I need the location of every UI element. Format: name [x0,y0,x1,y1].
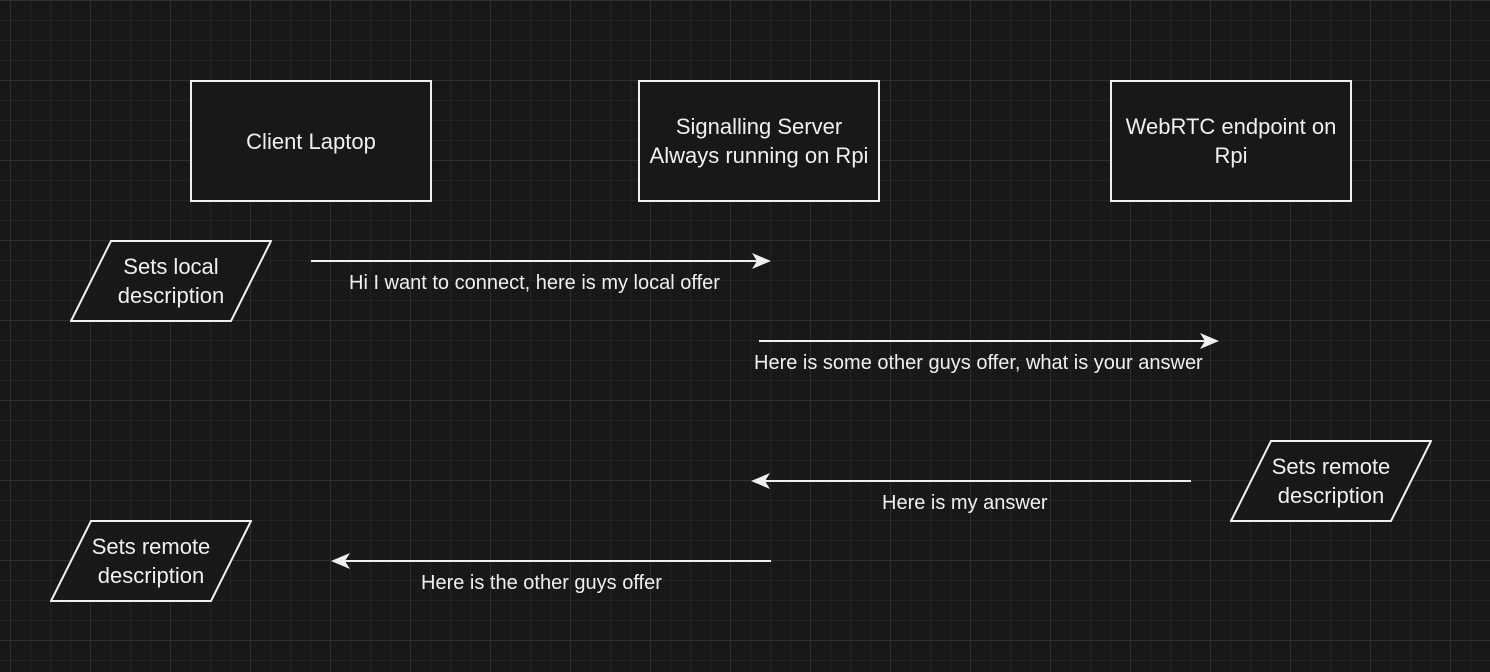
arrow-server-to-endpoint[interactable] [759,333,1219,349]
arrow-endpoint-to-server[interactable] [751,473,1191,489]
arrow-server-to-client[interactable] [331,553,771,569]
arrow-client-to-server[interactable] [311,253,771,269]
client-to-server-label: Hi I want to connect, here is my local o… [349,272,720,294]
server-to-client-label: Here is the other guys offer [421,572,662,594]
message-arrows [311,253,1219,569]
endpoint-to-server-label: Here is my answer [882,492,1048,514]
diagram-canvas: Client Laptop Signalling Server Always r… [0,0,1490,672]
server-to-endpoint-label: Here is some other guys offer, what is y… [754,352,1203,374]
